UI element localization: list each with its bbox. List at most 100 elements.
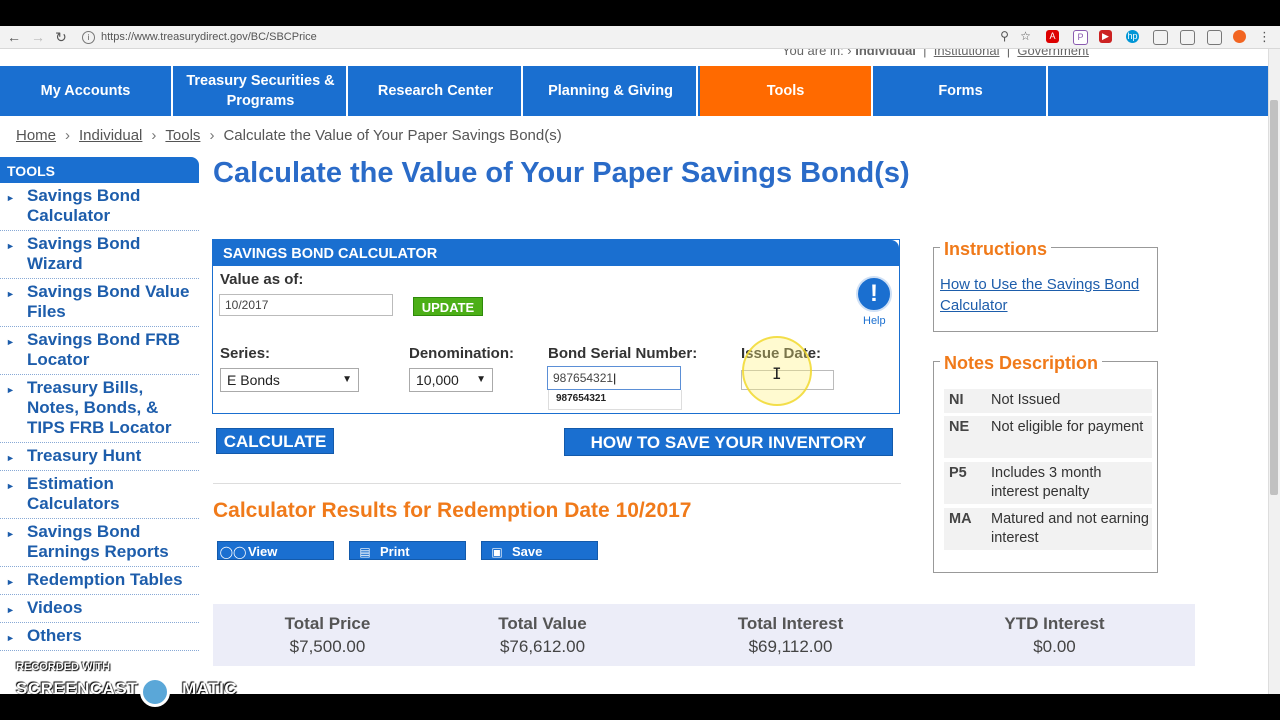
serial-number-label: Bond Serial Number: bbox=[548, 345, 698, 362]
totals-summary: Total Price $7,500.00 Total Value $76,612.… bbox=[213, 604, 1195, 666]
watermark-brand-left: SCREENCAST bbox=[16, 679, 139, 698]
how-to-use-link[interactable]: How to Use the Savings Bond Calculator bbox=[940, 274, 1150, 316]
denomination-select[interactable]: 10,000 ▼ bbox=[409, 368, 493, 392]
audience-individual[interactable]: Individual bbox=[855, 49, 916, 58]
sidebar-item-treasury-hunt[interactable]: ► Treasury Hunt bbox=[0, 443, 199, 471]
cast-icon[interactable] bbox=[1153, 30, 1168, 45]
audience-government[interactable]: Government bbox=[1017, 49, 1089, 58]
triangle-right-icon: ► bbox=[6, 529, 15, 539]
os-top-bar bbox=[0, 0, 1280, 26]
instructions-panel: Instructions How to Use the Savings Bond… bbox=[933, 239, 1158, 332]
menu-icon[interactable]: ⋮ bbox=[1258, 30, 1271, 43]
note-row: NE Not eligible for payment bbox=[944, 416, 1152, 458]
scrollbar-thumb[interactable] bbox=[1270, 100, 1278, 495]
orange-extension-icon[interactable] bbox=[1233, 30, 1246, 43]
notes-title: Notes Description bbox=[940, 353, 1103, 374]
nav-planning-giving[interactable]: Planning & Giving bbox=[525, 66, 698, 116]
main-nav: My Accounts Treasury Securities & Progra… bbox=[0, 66, 1268, 116]
sidebar-item-redemption-tables[interactable]: ► Redemption Tables bbox=[0, 567, 199, 595]
help-link[interactable]: Help bbox=[863, 315, 886, 327]
sidebar-item-frb-locator[interactable]: ► Savings Bond FRB Locator bbox=[0, 327, 199, 375]
autocomplete-suggestion[interactable]: 987654321 bbox=[548, 390, 682, 410]
glasses-icon: ◯◯ bbox=[219, 545, 247, 559]
chevron-down-icon: ▼ bbox=[476, 374, 486, 385]
screen-icon[interactable] bbox=[1207, 30, 1222, 45]
notes-panel: Notes Description NI Not Issued NE Not eli… bbox=[933, 353, 1158, 573]
nav-treasury-securities[interactable]: Treasury Securities & Programs bbox=[175, 66, 348, 116]
note-code: MA bbox=[949, 511, 972, 527]
nav-my-accounts[interactable]: My Accounts bbox=[0, 66, 173, 116]
breadcrumb-individual[interactable]: Individual bbox=[79, 127, 142, 144]
sidebar-item-label: Videos bbox=[27, 598, 83, 617]
save-button[interactable]: ▣ Save bbox=[481, 541, 598, 560]
sidebar-item-others[interactable]: ► Others bbox=[0, 623, 199, 651]
print-label: Print bbox=[380, 544, 410, 559]
note-desc: Includes 3 month interest penalty bbox=[991, 465, 1102, 500]
view-label: View bbox=[248, 544, 278, 559]
triangle-right-icon: ► bbox=[6, 289, 15, 299]
sidebar-item-tips-frb-locator[interactable]: ► Treasury Bills, Notes, Bonds, & TIPS FR… bbox=[0, 375, 199, 443]
address-bar[interactable]: i https://www.treasurydirect.gov/BC/SBCPr… bbox=[76, 28, 1041, 46]
triangle-right-icon: ► bbox=[6, 481, 15, 491]
nav-tools[interactable]: Tools bbox=[700, 66, 873, 116]
watermark-brand-right: MATIC bbox=[182, 679, 238, 698]
sidebar-item-label: Estimation Calculators bbox=[27, 474, 120, 513]
watermark-brand: SCREENCAST MATIC bbox=[16, 679, 237, 699]
sidebar-item-label: Treasury Bills, Notes, Bonds, & TIPS FRB… bbox=[27, 378, 172, 437]
print-button[interactable]: ▤ Print bbox=[349, 541, 466, 560]
value-as-of-input[interactable]: 10/2017 bbox=[219, 294, 393, 316]
window-icon[interactable] bbox=[1180, 30, 1195, 45]
sidebar-item-estimation-calculators[interactable]: ► Estimation Calculators bbox=[0, 471, 199, 519]
breadcrumb: Home › Individual › Tools › Calculate the Valu… bbox=[16, 127, 562, 144]
total-value-value: $76,612.00 bbox=[499, 637, 586, 656]
note-desc: Matured and not earning interest bbox=[991, 511, 1149, 546]
sidebar-item-savings-bond-wizard[interactable]: ► Savings Bond Wizard bbox=[0, 231, 199, 279]
screencast-logo-icon bbox=[140, 677, 170, 707]
total-price: Total Price $7,500.00 bbox=[205, 612, 450, 658]
triangle-right-icon: ► bbox=[6, 337, 15, 347]
triangle-right-icon: ► bbox=[6, 241, 15, 251]
note-code: NI bbox=[949, 392, 964, 408]
sidebar-item-savings-bond-calculator[interactable]: ► Savings Bond Calculator bbox=[0, 183, 199, 231]
series-value: E Bonds bbox=[227, 372, 280, 388]
sidebar-item-value-files[interactable]: ► Savings Bond Value Files bbox=[0, 279, 199, 327]
reload-icon[interactable]: ↻ bbox=[53, 29, 69, 45]
save-inventory-button[interactable]: HOW TO SAVE YOUR INVENTORY bbox=[564, 428, 893, 456]
chevron-down-icon: ▼ bbox=[342, 374, 352, 385]
help-icon[interactable]: ! bbox=[856, 276, 892, 312]
play-icon[interactable]: ▶ bbox=[1099, 30, 1112, 43]
floppy-icon: ▣ bbox=[491, 545, 503, 559]
audience-institutional[interactable]: Institutional bbox=[934, 49, 1000, 58]
view-button[interactable]: ◯◯ View bbox=[217, 541, 334, 560]
breadcrumb-home[interactable]: Home bbox=[16, 127, 56, 144]
forward-icon[interactable]: → bbox=[30, 29, 46, 45]
url-text: https://www.treasurydirect.gov/BC/SBCPri… bbox=[101, 31, 317, 43]
serial-number-input[interactable]: 987654321| bbox=[547, 366, 681, 390]
printer-icon: ▤ bbox=[359, 545, 371, 559]
total-price-label: Total Price bbox=[284, 614, 371, 633]
sidebar-item-label: Savings Bond FRB Locator bbox=[27, 330, 181, 369]
browser-toolbar: ← → ↻ i https://www.treasurydirect.gov/BC… bbox=[0, 26, 1280, 49]
sidebar-item-label: Savings Bond Value Files bbox=[27, 282, 190, 321]
sidebar-item-earnings-reports[interactable]: ► Savings Bond Earnings Reports bbox=[0, 519, 199, 567]
note-row: MA Matured and not earning interest bbox=[944, 508, 1152, 550]
calculate-button[interactable]: CALCULATE bbox=[216, 428, 334, 454]
total-interest: Total Interest $69,112.00 bbox=[668, 612, 913, 658]
nav-research-center[interactable]: Research Center bbox=[350, 66, 523, 116]
total-value-label: Total Value bbox=[498, 614, 587, 633]
series-select[interactable]: E Bonds ▼ bbox=[220, 368, 359, 392]
star-icon[interactable]: ☆ bbox=[1019, 30, 1032, 43]
abp-icon[interactable]: A bbox=[1046, 30, 1059, 43]
breadcrumb-tools[interactable]: Tools bbox=[165, 127, 200, 144]
update-button[interactable]: UPDATE bbox=[413, 297, 483, 316]
info-icon[interactable]: i bbox=[82, 30, 95, 44]
search-icon[interactable]: ⚲ bbox=[998, 30, 1011, 43]
back-icon[interactable]: ← bbox=[6, 29, 22, 45]
nav-forms[interactable]: Forms bbox=[875, 66, 1048, 116]
p-icon[interactable]: P bbox=[1073, 30, 1088, 45]
web-page: You are in: › Individual | Institutional… bbox=[0, 49, 1268, 694]
triangle-right-icon: ► bbox=[6, 385, 15, 395]
calculator-heading: SAVINGS BOND CALCULATOR bbox=[213, 240, 899, 266]
sidebar-item-videos[interactable]: ► Videos bbox=[0, 595, 199, 623]
hp-icon[interactable]: hp bbox=[1126, 30, 1139, 43]
